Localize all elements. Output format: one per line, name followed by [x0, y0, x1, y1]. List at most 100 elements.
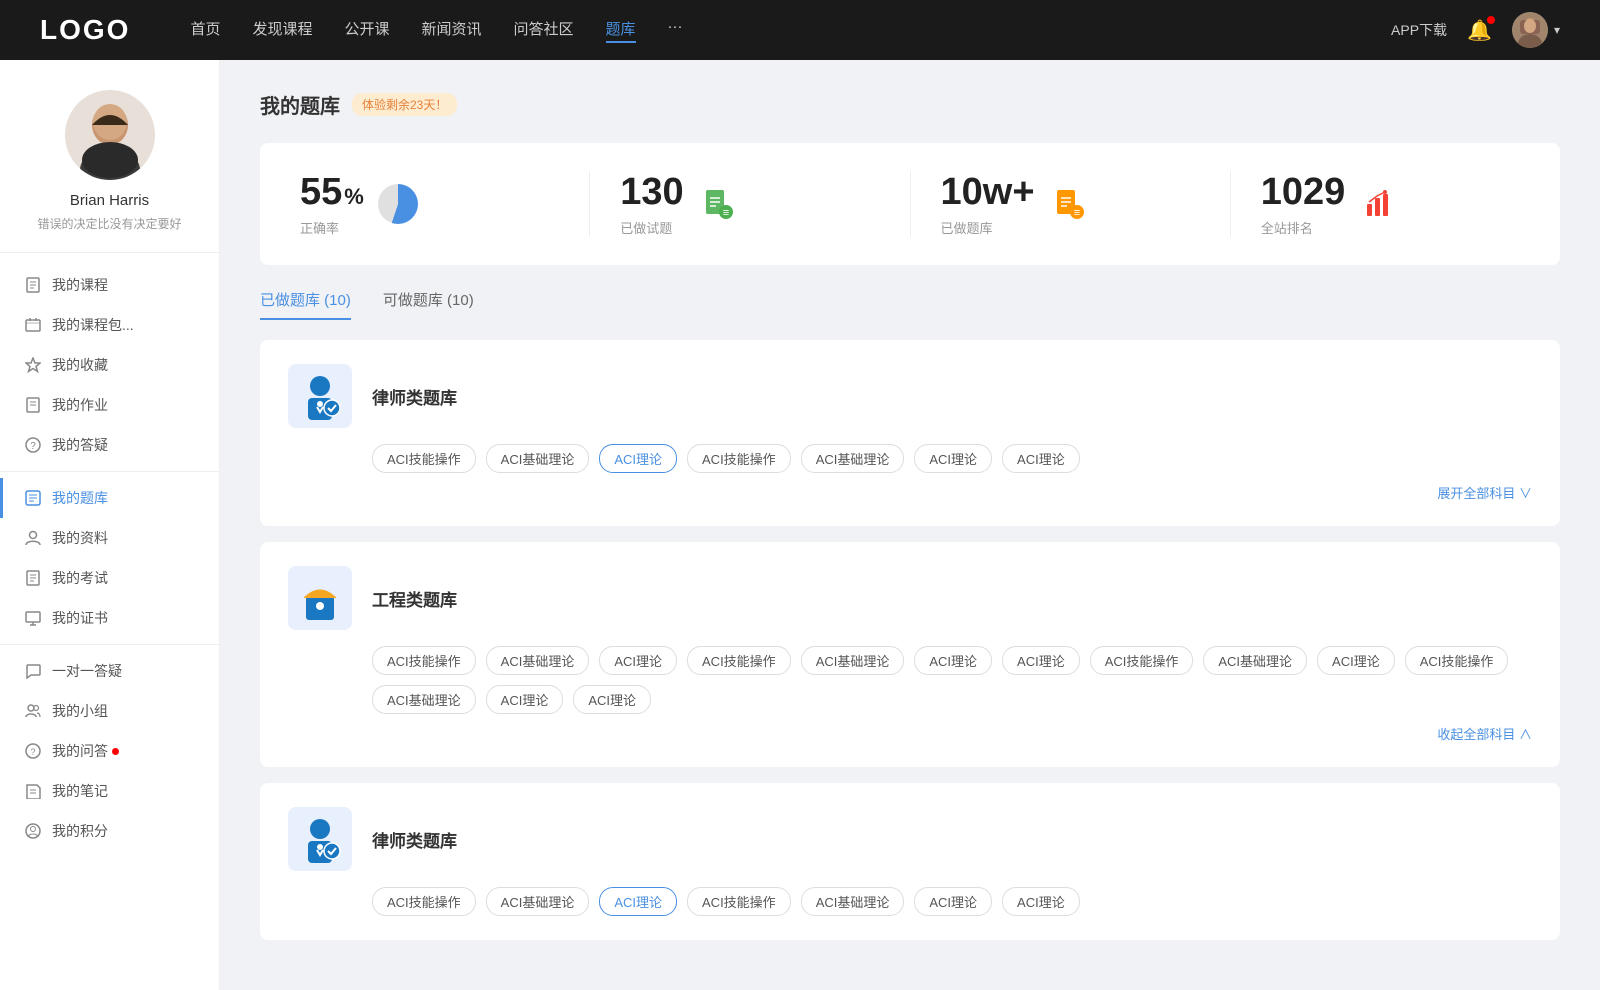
bank-tags-2: ACI技能操作 ACI基础理论 ACI理论 ACI技能操作 ACI基础理论 AC…	[372, 646, 1532, 714]
tag[interactable]: ACI基础理论	[801, 887, 905, 916]
tag[interactable]: ACI理论	[486, 685, 564, 714]
bank-icon-1	[288, 364, 352, 428]
expand-link-1[interactable]: 展开全部科目 ∨	[288, 483, 1532, 502]
tag[interactable]: ACI技能操作	[372, 887, 476, 916]
tag[interactable]: ACI技能操作	[1090, 646, 1194, 675]
tag[interactable]: ACI理论	[1317, 646, 1395, 675]
sidebar-item-course-packages[interactable]: 我的课程包...	[0, 305, 219, 345]
tab-available-banks[interactable]: 可做题库 (10)	[383, 289, 474, 320]
stat-done-banks: 10w+ 已做题库 ≡	[941, 171, 1231, 237]
nav-more[interactable]: ···	[668, 18, 683, 43]
navbar: LOGO 首页 发现课程 公开课 新闻资讯 问答社区 题库 ··· APP下载 …	[0, 0, 1600, 60]
sidebar-item-groups[interactable]: 我的小组	[0, 691, 219, 731]
tag[interactable]: ACI基础理论	[1203, 646, 1307, 675]
profile-motto: 错误的决定比没有决定要好	[20, 215, 199, 232]
tag[interactable]: ACI理论	[914, 444, 992, 473]
tag[interactable]: ACI理论	[1002, 646, 1080, 675]
bank-icon-3	[288, 807, 352, 871]
sidebar-item-label: 我的答疑	[52, 435, 108, 455]
courses-icon	[24, 276, 42, 294]
tag[interactable]: ACI技能操作	[372, 444, 476, 473]
tag[interactable]: ACI理论	[1002, 887, 1080, 916]
svg-text:≡: ≡	[722, 207, 728, 219]
trial-badge: 体验剩余23天！	[352, 93, 457, 116]
main-content: 我的题库 体验剩余23天！ 55 % 正确率	[220, 60, 1600, 990]
app-download-button[interactable]: APP下载	[1391, 20, 1447, 40]
tag[interactable]: ACI理论	[573, 685, 651, 714]
sidebar-item-homework[interactable]: 我的作业	[0, 385, 219, 425]
nav-open-course[interactable]: 公开课	[344, 18, 389, 43]
sidebar-item-questions[interactable]: ? 我的答疑	[0, 425, 219, 465]
tag[interactable]: ACI理论	[1002, 444, 1080, 473]
user-menu[interactable]: ▾	[1512, 12, 1560, 48]
sidebar-item-question-bank[interactable]: 我的题库	[0, 478, 219, 518]
sidebar-item-one-on-one[interactable]: 一对一答疑	[0, 651, 219, 691]
certificate-icon	[24, 609, 42, 627]
tabs-bar: 已做题库 (10) 可做题库 (10)	[260, 289, 1560, 320]
sidebar-item-label: 我的笔记	[52, 781, 108, 801]
nav-qa[interactable]: 问答社区	[514, 18, 574, 43]
tag[interactable]: ACI理论	[914, 887, 992, 916]
sidebar-item-exams[interactable]: 我的考试	[0, 558, 219, 598]
bank-title-1: 律师类题库	[372, 384, 457, 409]
nav-home[interactable]: 首页	[190, 18, 220, 43]
star-icon	[24, 356, 42, 374]
accuracy-label: 正确率	[300, 218, 364, 237]
tag-active[interactable]: ACI理论	[599, 887, 677, 916]
sidebar-item-points[interactable]: 我的积分	[0, 811, 219, 851]
sidebar-item-label: 我的小组	[52, 701, 108, 721]
navbar-right: APP下载 🔔 ▾	[1391, 12, 1560, 48]
tag[interactable]: ACI理论	[599, 646, 677, 675]
sidebar-item-profile-data[interactable]: 我的资料	[0, 518, 219, 558]
sidebar-item-my-answers[interactable]: ? 我的问答	[0, 731, 219, 771]
tab-done-banks[interactable]: 已做题库 (10)	[260, 289, 351, 320]
sidebar-item-label: 我的积分	[52, 821, 108, 841]
tag-active[interactable]: ACI理论	[599, 444, 677, 473]
collapse-link-2[interactable]: 收起全部科目 ∧	[288, 724, 1532, 743]
group-icon	[24, 702, 42, 720]
accuracy-icon	[378, 184, 418, 224]
nav-discover[interactable]: 发现课程	[252, 18, 312, 43]
page-header: 我的题库 体验剩余23天！	[260, 90, 1560, 119]
bank-title-2: 工程类题库	[372, 586, 457, 611]
sidebar-item-label: 我的收藏	[52, 355, 108, 375]
sidebar-item-label: 我的证书	[52, 608, 108, 628]
done-questions-info: 130 已做试题	[620, 171, 683, 237]
pie-chart	[378, 184, 418, 224]
logo[interactable]: LOGO	[40, 14, 130, 46]
tag[interactable]: ACI基础理论	[486, 887, 590, 916]
done-banks-info: 10w+ 已做题库	[941, 171, 1035, 237]
bank-header-1: 律师类题库	[288, 364, 1532, 428]
nav-question-bank[interactable]: 题库	[606, 18, 636, 43]
sidebar-profile: Brian Harris 错误的决定比没有决定要好	[0, 90, 219, 253]
tag[interactable]: ACI技能操作	[687, 887, 791, 916]
tag[interactable]: ACI技能操作	[687, 646, 791, 675]
tag[interactable]: ACI基础理论	[486, 444, 590, 473]
bank-tags-3: ACI技能操作 ACI基础理论 ACI理论 ACI技能操作 ACI基础理论 AC…	[372, 887, 1532, 916]
sidebar-item-notes[interactable]: 我的笔记	[0, 771, 219, 811]
sidebar-item-label: 我的题库	[52, 488, 108, 508]
tag[interactable]: ACI理论	[914, 646, 992, 675]
accuracy-unit: %	[344, 184, 364, 210]
answers-icon: ?	[24, 742, 42, 760]
sidebar-item-courses[interactable]: 我的课程	[0, 265, 219, 305]
tag[interactable]: ACI技能操作	[372, 646, 476, 675]
accuracy-info: 55 % 正确率	[300, 171, 364, 237]
tag[interactable]: ACI基础理论	[372, 685, 476, 714]
tag[interactable]: ACI基础理论	[801, 646, 905, 675]
stat-rank: 1029 全站排名	[1261, 171, 1520, 237]
tag[interactable]: ACI技能操作	[1405, 646, 1509, 675]
sidebar-item-certificates[interactable]: 我的证书	[0, 598, 219, 638]
nav-news[interactable]: 新闻资讯	[422, 18, 482, 43]
homework-icon	[24, 396, 42, 414]
rank-label: 全站排名	[1261, 218, 1346, 237]
tag[interactable]: ACI技能操作	[687, 444, 791, 473]
bank-card-2: 工程类题库 ACI技能操作 ACI基础理论 ACI理论 ACI技能操作 ACI基…	[260, 542, 1560, 767]
tag[interactable]: ACI基础理论	[486, 646, 590, 675]
rank-number: 1029	[1261, 171, 1346, 214]
profile-avatar	[65, 90, 155, 180]
sidebar-item-favorites[interactable]: 我的收藏	[0, 345, 219, 385]
question-bank-icon	[24, 489, 42, 507]
notification-bell[interactable]: 🔔	[1467, 18, 1492, 43]
tag[interactable]: ACI基础理论	[801, 444, 905, 473]
